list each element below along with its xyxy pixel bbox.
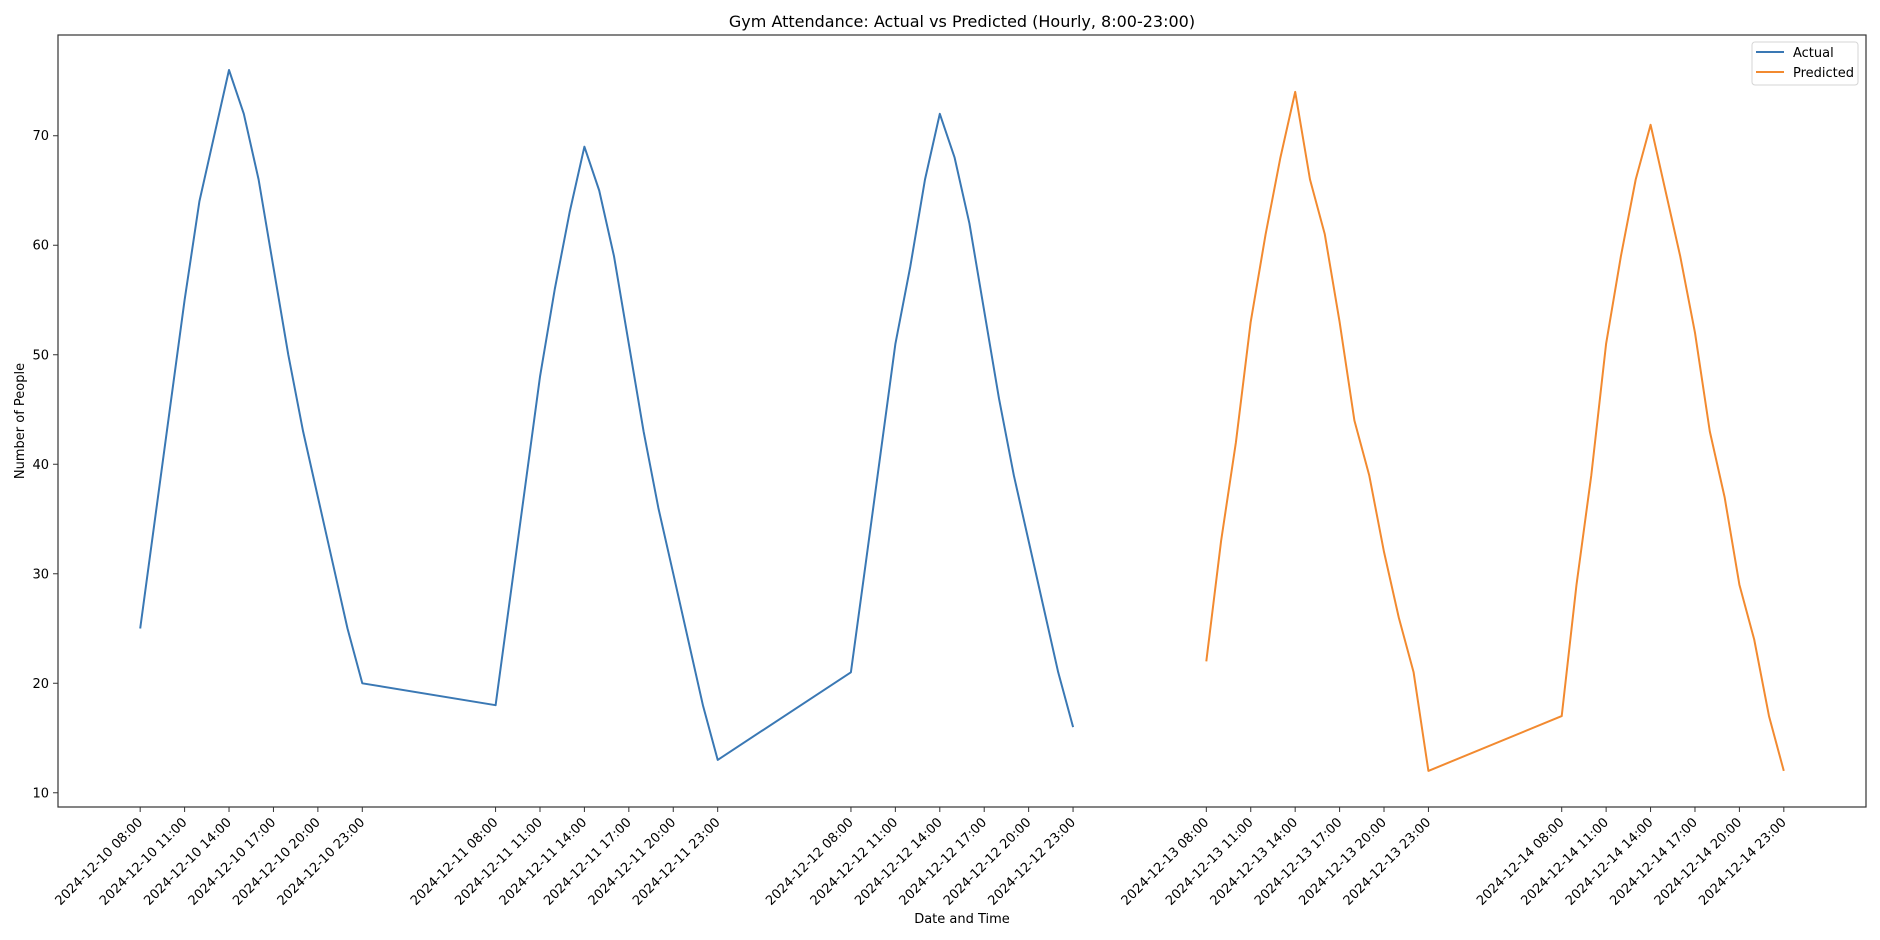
y-tick-label: 10 — [32, 786, 49, 801]
y-tick-label: 60 — [32, 239, 49, 254]
y-axis-label: Number of People — [13, 363, 28, 479]
x-tick-label: 2024-12-14 23:00 — [1696, 815, 1789, 908]
attendance-chart: Gym Attendance: Actual vs Predicted (Hou… — [13, 12, 1867, 927]
x-axis-label: Date and Time — [914, 912, 1010, 927]
series-line-predicted — [1205, 90, 1785, 772]
y-tick-label: 30 — [32, 567, 49, 582]
plot-area — [139, 69, 1785, 772]
legend: Actual Predicted — [1751, 41, 1859, 86]
chart-title: Gym Attendance: Actual vs Predicted (Hou… — [729, 12, 1195, 31]
y-axis: 10 20 30 40 50 60 70 — [32, 129, 58, 801]
y-tick-label: 20 — [32, 677, 49, 692]
axes-frame — [57, 34, 1867, 808]
x-tick-label: 2024-12-10 23:00 — [275, 815, 368, 908]
legend-predicted-label: Predicted — [1793, 66, 1854, 81]
y-tick-label: 50 — [32, 348, 49, 363]
legend-actual-label: Actual — [1793, 46, 1834, 61]
x-tick-label: 2024-12-12 23:00 — [985, 815, 1078, 908]
x-axis: 2024-12-10 08:002024-12-10 11:002024-12-… — [53, 807, 1790, 909]
x-tick-label: 2024-12-11 23:00 — [630, 815, 723, 908]
y-tick-label: 70 — [32, 129, 49, 144]
series-line-actual — [139, 69, 1075, 761]
y-tick-label: 40 — [32, 458, 49, 473]
x-tick-label: 2024-12-13 23:00 — [1341, 815, 1434, 908]
